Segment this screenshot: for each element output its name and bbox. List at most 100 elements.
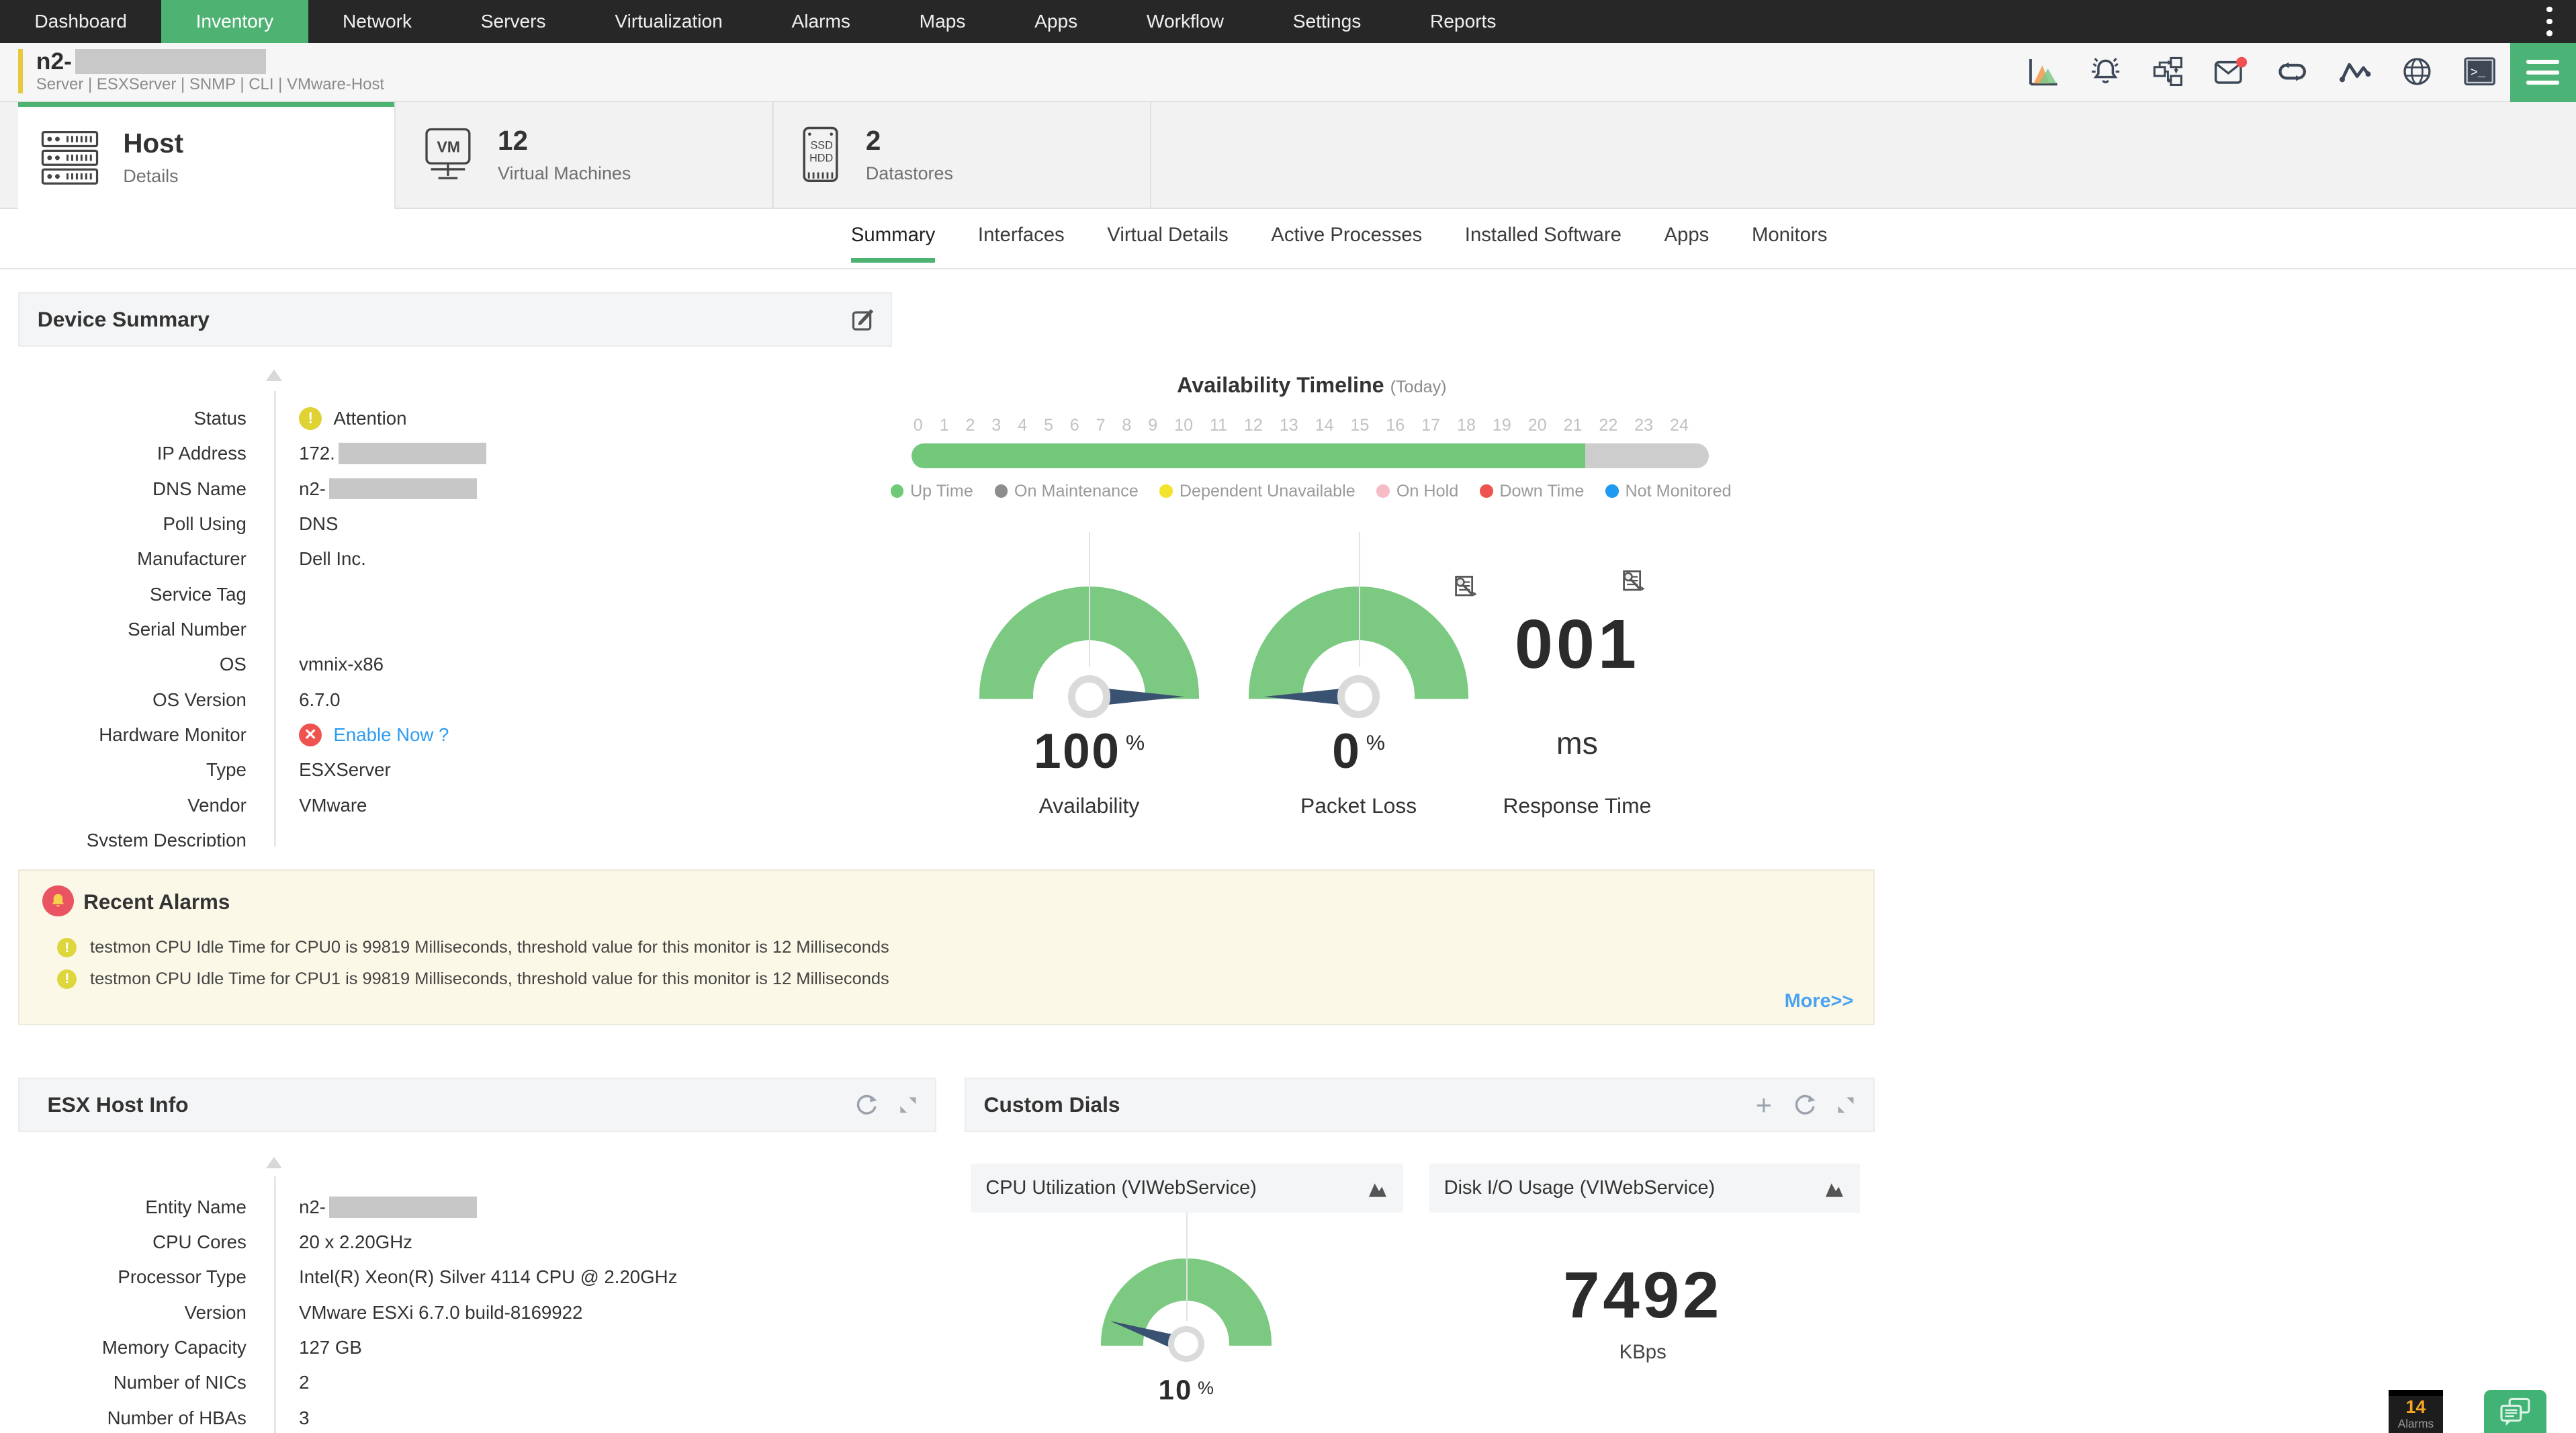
subtab-interfaces[interactable]: Interfaces [978,224,1065,263]
field-row: OS Version 6.7.0 [152,689,341,710]
svg-text:SSD: SSD [811,140,833,152]
recent-alarms-panel: Recent Alarms ! testmon CPU Idle Time for… [17,869,1875,1026]
nav-reports[interactable]: Reports [1396,0,1531,43]
chart-icon[interactable] [1367,1178,1388,1198]
subtab-virtual-details[interactable]: Virtual Details [1107,224,1228,263]
nav-dashboard[interactable]: Dashboard [0,0,161,43]
esx-host-info-title: ESX Host Info [47,1092,189,1117]
legend-on-maintenance: On Maintenance [994,482,1139,501]
nav-settings[interactable]: Settings [1258,0,1395,43]
report-icon[interactable] [1619,568,1646,595]
device-summary-header: Device Summary [17,292,892,347]
custom-dials-title: Custom Dials [983,1092,1120,1117]
tab-datastore-count: 2 [865,124,881,156]
report-icon[interactable] [1452,574,1478,600]
refresh-icon[interactable] [854,1092,879,1117]
legend-not-monitored: Not Monitored [1605,482,1732,501]
subtab-summary[interactable]: Summary [850,224,936,263]
cpu-utilization-value: 10% [1158,1373,1214,1405]
nav-network[interactable]: Network [308,0,447,43]
device-meta: Server | ESXServer | SNMP | CLI | VMware… [36,75,385,94]
tab-host-subtitle: Details [123,166,179,187]
more-alarms-link[interactable]: More>> [1785,990,1854,1012]
field-row: Manufacturer Dell Inc. [137,548,366,570]
alarm-bell-icon[interactable] [2088,54,2123,89]
custom-dials-header: Custom Dials + [964,1078,1875,1133]
subtab-monitors[interactable]: Monitors [1752,224,1827,263]
field-row: Vendor VMware [187,794,367,816]
area-chart-icon[interactable] [2026,54,2060,89]
tab-vm-count: 12 [498,124,528,156]
menu-icon[interactable] [2510,42,2576,102]
esx-host-info-header: ESX Host Info [17,1078,937,1133]
hour-label: 12 [1243,415,1263,435]
edit-icon[interactable] [851,307,876,332]
device-name: n2- [36,48,266,75]
tab-virtual-machines[interactable]: VM 12 Virtual Machines [396,102,772,209]
response-time-unit: ms [1556,725,1598,761]
hour-label: 20 [1527,415,1547,435]
chart-icon[interactable] [1824,1178,1845,1198]
mail-notification-icon[interactable] [2213,54,2248,89]
hour-label: 15 [1350,415,1370,435]
alarm-count-widget[interactable]: 14 Alarms [2389,1390,2443,1433]
device-summary-title: Device Summary [37,307,210,332]
nav-maps[interactable]: Maps [885,0,1000,43]
scroll-up-hint[interactable] [266,370,283,382]
nav-apps[interactable]: Apps [1000,0,1112,43]
field-row: System Description [86,829,247,846]
hour-label: 11 [1209,415,1228,435]
field-row: Memory Capacity 127 GB [101,1337,362,1358]
globe-icon[interactable] [2400,54,2434,89]
field-row: Entity Name n2- [49,1190,920,1225]
nav-inventory[interactable]: Inventory [161,0,308,43]
svg-text:HDD: HDD [809,152,833,164]
hour-label: 18 [1456,415,1476,435]
hour-label: 21 [1563,415,1583,435]
nav-workflow[interactable]: Workflow [1112,0,1259,43]
pulse-icon[interactable] [2338,54,2372,89]
hour-label: 17 [1421,415,1441,435]
field-row: OS vmnix-x86 [219,654,384,675]
field-row: Serial Number [128,618,247,640]
disk-io-unit: KBps [1619,1340,1667,1363]
hour-label: 16 [1386,415,1405,435]
availability-timeline-bar [912,443,1709,468]
enable-now-link[interactable]: Enable Now ? [333,724,449,746]
nav-alarms[interactable]: Alarms [757,0,885,43]
scroll-up-hint[interactable] [266,1156,283,1168]
hour-label: 5 [1043,415,1053,435]
alarm-row[interactable]: ! testmon CPU Idle Time for CPU0 is 99819… [57,938,889,958]
field-row: Service Tag [149,583,247,605]
expand-icon[interactable] [895,1092,920,1117]
hour-label: 1 [939,415,949,435]
nav-servers[interactable]: Servers [446,0,580,43]
alarm-row[interactable]: ! testmon CPU Idle Time for CPU1 is 99819… [57,969,889,989]
kebab-menu-icon[interactable] [2540,6,2559,36]
vm-icon: VM [419,126,478,185]
status-accent-bar [17,49,24,94]
add-dial-icon[interactable]: + [1752,1091,1777,1119]
subtab-apps[interactable]: Apps [1664,224,1709,263]
loop-link-icon[interactable] [2275,54,2309,89]
esx-host-info-fields: Entity Name n2- CPU Cores 20 x 2.20GHz Pro… [49,1190,920,1433]
attention-status-icon: ! [299,406,322,431]
disk-io-card: Disk I/O Usage (VIWebService) [1429,1163,1860,1213]
top-nav: Dashboard Inventory Network Servers Virt… [0,0,2576,43]
subtab-installed-software[interactable]: Installed Software [1465,224,1622,263]
tab-datastore-label: Datastores [865,163,953,183]
redacted-device-name [75,49,266,74]
tab-host-title: Host [123,128,184,159]
nav-virtualization[interactable]: Virtualization [580,0,757,43]
field-row: Status! Attention [49,401,879,436]
timeline-legend: Up Time On Maintenance Dependent Unavail… [854,482,1768,501]
tab-datastores[interactable]: SSD HDD 2 Datastores [774,102,1149,209]
refresh-icon[interactable] [1793,1092,1818,1117]
chat-widget[interactable] [2483,1390,2546,1433]
tab-host-details[interactable]: Host Details [17,101,394,211]
disk-io-value: 7492 [1563,1257,1723,1332]
subtab-active-processes[interactable]: Active Processes [1271,224,1422,263]
terminal-icon[interactable]: >_ [2462,54,2497,89]
workflow-icon[interactable] [2150,54,2184,89]
expand-icon[interactable] [1834,1092,1859,1117]
